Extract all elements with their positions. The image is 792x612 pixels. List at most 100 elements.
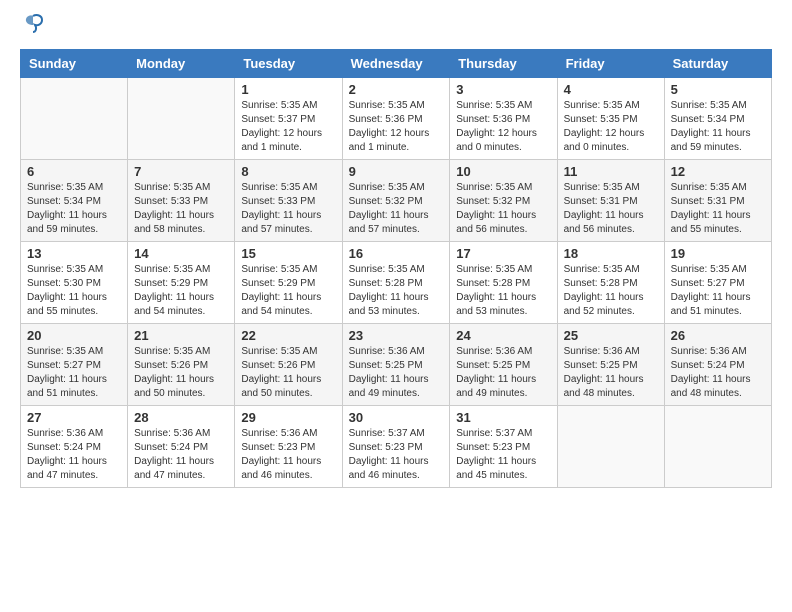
day-info: Sunrise: 5:35 AM Sunset: 5:27 PM Dayligh… <box>27 345 121 401</box>
day-of-week-header: Monday <box>128 50 235 78</box>
day-info: Sunrise: 5:35 AM Sunset: 5:32 PM Dayligh… <box>349 181 444 237</box>
day-of-week-header: Saturday <box>664 50 771 78</box>
day-info: Sunrise: 5:35 AM Sunset: 5:26 PM Dayligh… <box>241 345 335 401</box>
day-info: Sunrise: 5:36 AM Sunset: 5:25 PM Dayligh… <box>456 345 550 401</box>
page-header <box>20 20 772 39</box>
day-info: Sunrise: 5:37 AM Sunset: 5:23 PM Dayligh… <box>349 427 444 483</box>
day-number: 11 <box>564 164 658 179</box>
day-info: Sunrise: 5:36 AM Sunset: 5:24 PM Dayligh… <box>671 345 765 401</box>
day-info: Sunrise: 5:35 AM Sunset: 5:28 PM Dayligh… <box>564 263 658 319</box>
day-number: 23 <box>349 328 444 343</box>
day-number: 4 <box>564 82 658 97</box>
calendar-day-cell: 15Sunrise: 5:35 AM Sunset: 5:29 PM Dayli… <box>235 242 342 324</box>
calendar-day-cell <box>557 406 664 488</box>
day-number: 2 <box>349 82 444 97</box>
day-info: Sunrise: 5:35 AM Sunset: 5:33 PM Dayligh… <box>241 181 335 237</box>
calendar-day-cell: 31 Sunrise: 5:37 AM Sunset: 5:23 PM Dayli… <box>450 406 557 488</box>
calendar-day-cell: 10 Sunrise: 5:35 AM Sunset: 5:32 PM Dayli… <box>450 160 557 242</box>
day-number: 5 <box>671 82 765 97</box>
calendar-day-cell: 28 Sunrise: 5:36 AM Sunset: 5:24 PM Dayli… <box>128 406 235 488</box>
day-number: 27 <box>27 410 121 425</box>
day-number: 8 <box>241 164 335 179</box>
day-number: 9 <box>349 164 444 179</box>
day-info: Sunrise: 5:35 AM Sunset: 5:31 PM Dayligh… <box>564 181 658 237</box>
day-info: Sunrise: 5:35 AM Sunset: 5:31 PM Dayligh… <box>671 181 765 237</box>
calendar-day-cell: 13 Sunrise: 5:35 AM Sunset: 5:30 PM Dayli… <box>21 242 128 324</box>
day-number: 25 <box>564 328 658 343</box>
day-of-week-header: Sunday <box>21 50 128 78</box>
day-number: 10 <box>456 164 550 179</box>
day-info: Sunrise: 5:35 AM Sunset: 5:37 PM Dayligh… <box>241 99 335 155</box>
calendar-week-row: 6 Sunrise: 5:35 AM Sunset: 5:34 PM Daylig… <box>21 160 772 242</box>
day-number: 21 <box>134 328 228 343</box>
day-number: 12 <box>671 164 765 179</box>
day-info: Sunrise: 5:36 AM Sunset: 5:24 PM Dayligh… <box>27 427 121 483</box>
calendar-day-cell: 22 Sunrise: 5:35 AM Sunset: 5:26 PM Dayli… <box>235 324 342 406</box>
day-info: Sunrise: 5:35 AM Sunset: 5:32 PM Dayligh… <box>456 181 550 237</box>
calendar-day-cell <box>128 78 235 160</box>
calendar-day-cell: 25Sunrise: 5:36 AM Sunset: 5:25 PM Dayli… <box>557 324 664 406</box>
calendar-day-cell: 2 Sunrise: 5:35 AM Sunset: 5:36 PM Daylig… <box>342 78 450 160</box>
day-info: Sunrise: 5:36 AM Sunset: 5:24 PM Dayligh… <box>134 427 228 483</box>
calendar-day-cell: 17 Sunrise: 5:35 AM Sunset: 5:28 PM Dayli… <box>450 242 557 324</box>
calendar-day-cell: 30Sunrise: 5:37 AM Sunset: 5:23 PM Dayli… <box>342 406 450 488</box>
day-number: 29 <box>241 410 335 425</box>
calendar-day-cell <box>21 78 128 160</box>
day-of-week-header: Tuesday <box>235 50 342 78</box>
day-number: 14 <box>134 246 228 261</box>
day-info: Sunrise: 5:36 AM Sunset: 5:23 PM Dayligh… <box>241 427 335 483</box>
day-number: 20 <box>27 328 121 343</box>
calendar-day-cell: 23 Sunrise: 5:36 AM Sunset: 5:25 PM Dayli… <box>342 324 450 406</box>
day-number: 6 <box>27 164 121 179</box>
day-number: 26 <box>671 328 765 343</box>
calendar-week-row: 27 Sunrise: 5:36 AM Sunset: 5:24 PM Dayli… <box>21 406 772 488</box>
day-number: 13 <box>27 246 121 261</box>
day-info: Sunrise: 5:35 AM Sunset: 5:28 PM Dayligh… <box>349 263 444 319</box>
day-info: Sunrise: 5:35 AM Sunset: 5:33 PM Dayligh… <box>134 181 228 237</box>
day-info: Sunrise: 5:35 AM Sunset: 5:29 PM Dayligh… <box>134 263 228 319</box>
day-number: 16 <box>349 246 444 261</box>
day-info: Sunrise: 5:35 AM Sunset: 5:36 PM Dayligh… <box>349 99 444 155</box>
calendar-day-cell: 26 Sunrise: 5:36 AM Sunset: 5:24 PM Dayli… <box>664 324 771 406</box>
day-number: 18 <box>564 246 658 261</box>
calendar-day-cell: 6 Sunrise: 5:35 AM Sunset: 5:34 PM Daylig… <box>21 160 128 242</box>
day-number: 31 <box>456 410 550 425</box>
day-info: Sunrise: 5:35 AM Sunset: 5:26 PM Dayligh… <box>134 345 228 401</box>
day-info: Sunrise: 5:35 AM Sunset: 5:34 PM Dayligh… <box>671 99 765 155</box>
day-info: Sunrise: 5:35 AM Sunset: 5:28 PM Dayligh… <box>456 263 550 319</box>
day-number: 28 <box>134 410 228 425</box>
calendar-day-cell: 21 Sunrise: 5:35 AM Sunset: 5:26 PM Dayli… <box>128 324 235 406</box>
day-info: Sunrise: 5:35 AM Sunset: 5:30 PM Dayligh… <box>27 263 121 319</box>
calendar-day-cell: 9 Sunrise: 5:35 AM Sunset: 5:32 PM Daylig… <box>342 160 450 242</box>
day-number: 3 <box>456 82 550 97</box>
calendar-table: SundayMondayTuesdayWednesdayThursdayFrid… <box>20 49 772 488</box>
day-info: Sunrise: 5:35 AM Sunset: 5:27 PM Dayligh… <box>671 263 765 319</box>
day-info: Sunrise: 5:37 AM Sunset: 5:23 PM Dayligh… <box>456 427 550 483</box>
day-info: Sunrise: 5:35 AM Sunset: 5:35 PM Dayligh… <box>564 99 658 155</box>
calendar-week-row: 13 Sunrise: 5:35 AM Sunset: 5:30 PM Dayli… <box>21 242 772 324</box>
calendar-day-cell: 19 Sunrise: 5:35 AM Sunset: 5:27 PM Dayli… <box>664 242 771 324</box>
day-info: Sunrise: 5:35 AM Sunset: 5:34 PM Dayligh… <box>27 181 121 237</box>
day-number: 22 <box>241 328 335 343</box>
calendar-day-cell: 12 Sunrise: 5:35 AM Sunset: 5:31 PM Dayli… <box>664 160 771 242</box>
calendar-day-cell: 11 Sunrise: 5:35 AM Sunset: 5:31 PM Dayli… <box>557 160 664 242</box>
calendar-day-cell: 4 Sunrise: 5:35 AM Sunset: 5:35 PM Daylig… <box>557 78 664 160</box>
day-info: Sunrise: 5:35 AM Sunset: 5:36 PM Dayligh… <box>456 99 550 155</box>
calendar-day-cell: 8 Sunrise: 5:35 AM Sunset: 5:33 PM Daylig… <box>235 160 342 242</box>
day-of-week-header: Thursday <box>450 50 557 78</box>
day-number: 19 <box>671 246 765 261</box>
calendar-week-row: 1 Sunrise: 5:35 AM Sunset: 5:37 PM Daylig… <box>21 78 772 160</box>
calendar-day-cell <box>664 406 771 488</box>
day-info: Sunrise: 5:36 AM Sunset: 5:25 PM Dayligh… <box>349 345 444 401</box>
day-number: 17 <box>456 246 550 261</box>
calendar-day-cell: 1 Sunrise: 5:35 AM Sunset: 5:37 PM Daylig… <box>235 78 342 160</box>
calendar-day-cell: 18 Sunrise: 5:35 AM Sunset: 5:28 PM Dayli… <box>557 242 664 324</box>
day-number: 15 <box>241 246 335 261</box>
day-number: 24 <box>456 328 550 343</box>
day-of-week-header: Wednesday <box>342 50 450 78</box>
day-number: 1 <box>241 82 335 97</box>
calendar-day-cell: 29 Sunrise: 5:36 AM Sunset: 5:23 PM Dayli… <box>235 406 342 488</box>
calendar-day-cell: 5 Sunrise: 5:35 AM Sunset: 5:34 PM Daylig… <box>664 78 771 160</box>
calendar-day-cell: 3 Sunrise: 5:35 AM Sunset: 5:36 PM Daylig… <box>450 78 557 160</box>
logo <box>20 20 44 39</box>
